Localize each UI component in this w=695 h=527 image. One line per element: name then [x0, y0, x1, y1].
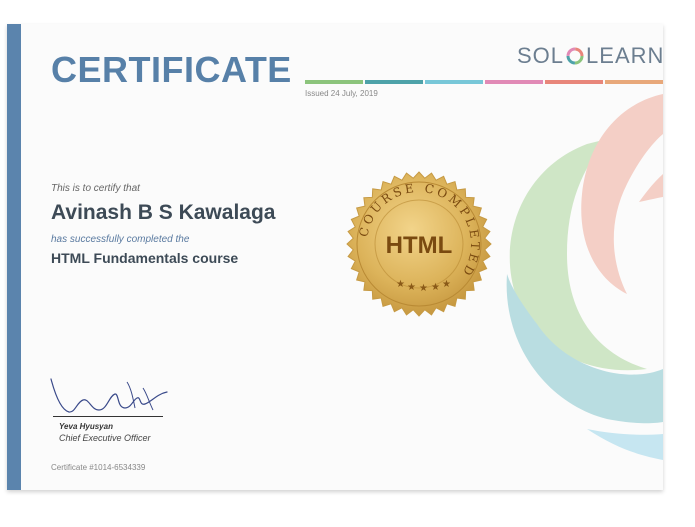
completed-text: has successfully completed the — [51, 234, 190, 245]
signer-title: Chief Executive Officer — [59, 433, 151, 443]
color-bar-segment — [545, 80, 603, 84]
signature-line — [53, 416, 163, 417]
intro-text: This is to certify that — [51, 183, 140, 194]
logo-text-right: LEARN — [586, 43, 663, 68]
certificate-card: CERTIFICATE SOL LEARN Issued 24 July, 20… — [7, 24, 663, 490]
left-accent-stripe — [7, 24, 21, 490]
star-icon: ★ — [407, 282, 416, 293]
solo-ring-icon — [566, 47, 584, 65]
star-icon: ★ — [396, 279, 405, 290]
color-bar — [305, 80, 663, 84]
recipient-name: Avinash B S Kawalaga — [51, 201, 276, 224]
seal-badge-icon: COURSE COMPLETED HTML ★ ★ ★ ★ ★ — [346, 171, 492, 317]
color-bar-segment — [365, 80, 423, 84]
sololearn-logo: SOL LEARN — [517, 43, 663, 69]
color-bar-segment — [425, 80, 483, 84]
signature-image — [50, 378, 168, 413]
certificate-number: Certificate #1014-6534339 — [51, 463, 146, 472]
color-bar-segment — [605, 80, 663, 84]
logo-text-left: SOL — [517, 43, 565, 68]
issued-date: Issued 24 July, 2019 — [305, 89, 378, 98]
course-name: HTML Fundamentals course — [51, 250, 239, 266]
star-icon: ★ — [419, 283, 428, 294]
certificate-title: CERTIFICATE — [51, 49, 292, 90]
color-bar-segment — [305, 80, 363, 84]
color-bar-segment — [485, 80, 543, 84]
seal-course-label: HTML — [386, 232, 453, 259]
page: CERTIFICATE SOL LEARN Issued 24 July, 20… — [0, 0, 695, 527]
star-icon: ★ — [442, 279, 451, 290]
star-icon: ★ — [431, 282, 440, 293]
signer-name: Yeva Hyusyan — [59, 422, 113, 431]
